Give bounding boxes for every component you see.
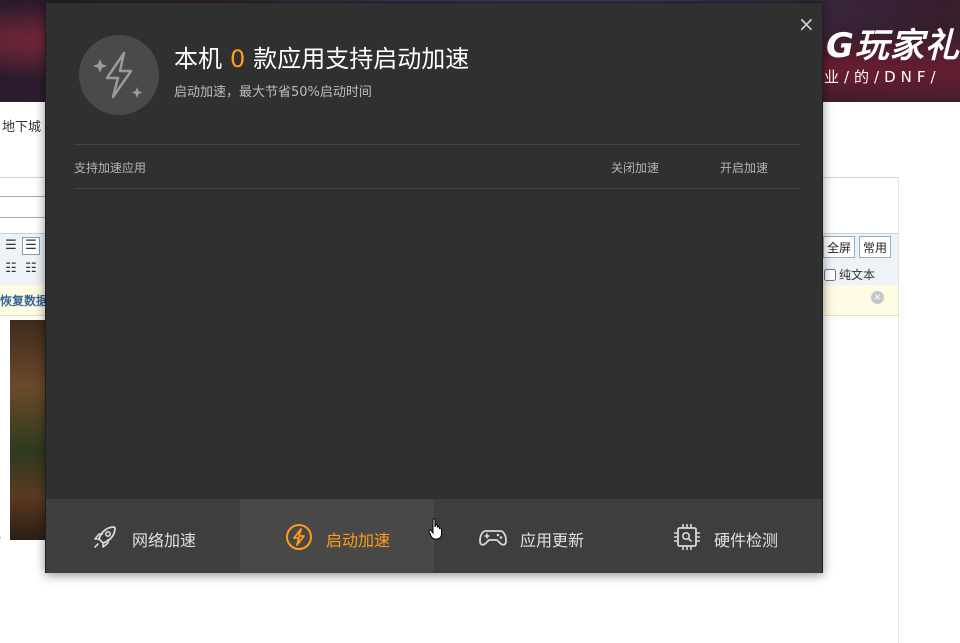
headline-prefix: 本机 — [174, 45, 222, 73]
tab-hardware-check[interactable]: 硬件检测 — [628, 499, 822, 573]
ordered-list-icon[interactable]: ☷ — [2, 260, 20, 278]
startup-acceleration-dialog: × 本机 0 款应用支持启动加速 启动加速，最大节省50%启动时间 支持加速应用 关… — [45, 2, 823, 573]
tab-label: 启动加速 — [326, 531, 391, 550]
banner-subtitle: 业/的/DNF/ — [824, 68, 941, 86]
dialog-subtitle: 启动加速，最大节省50%启动时间 — [174, 85, 372, 100]
close-icon[interactable]: × — [798, 14, 815, 34]
table-header-divider — [74, 188, 800, 189]
lightning-badge-icon — [79, 35, 159, 115]
rocket-icon — [94, 526, 116, 548]
common-button[interactable]: 常用 — [859, 236, 892, 258]
lightning-icon — [286, 524, 312, 550]
chip-icon — [674, 524, 700, 550]
tab-app-update[interactable]: 应用更新 — [434, 499, 628, 573]
app-count: 0 — [230, 45, 246, 73]
tab-label: 硬件检测 — [714, 531, 779, 550]
column-header-app: 支持加速应用 — [74, 161, 147, 175]
fullscreen-button[interactable]: 全屏 — [823, 236, 856, 258]
unordered-list-icon[interactable]: ☷ — [22, 260, 40, 278]
banner-title: G玩家礼 — [826, 26, 960, 66]
game-thumbnail[interactable] — [10, 320, 46, 540]
tab-label: 网络加速 — [132, 531, 197, 550]
tab-network-acceleration[interactable]: 网络加速 — [46, 499, 240, 573]
align-right-icon[interactable]: ☰ — [2, 237, 20, 255]
tab-label: 应用更新 — [520, 531, 585, 550]
plain-text-label: 纯文本 — [839, 268, 876, 282]
column-header-disable: 关闭加速 — [611, 161, 660, 175]
breadcrumb-fragment[interactable]: 地下城 — [2, 116, 41, 135]
headline-suffix: 款应用支持启动加速 — [253, 45, 470, 73]
restore-data-link[interactable]: 恢复数据 — [0, 292, 48, 309]
notice-close-icon[interactable]: × — [871, 291, 884, 304]
dialog-headline: 本机 0 款应用支持启动加速 — [174, 39, 469, 74]
plain-text-checkbox[interactable]: 纯文本 — [824, 266, 875, 283]
gamepad-icon — [479, 530, 507, 546]
thumbnail-caption: 办 — [0, 528, 1, 544]
tab-startup-acceleration[interactable]: 启动加速 — [240, 499, 434, 573]
plain-text-check[interactable] — [824, 269, 836, 281]
title-input[interactable] — [0, 196, 46, 218]
align-left-icon[interactable]: ☰ — [22, 237, 40, 255]
column-header-enable: 开启加速 — [720, 161, 769, 175]
page-border — [898, 177, 899, 643]
hand-cursor-icon — [428, 518, 442, 540]
header-divider — [74, 144, 800, 145]
